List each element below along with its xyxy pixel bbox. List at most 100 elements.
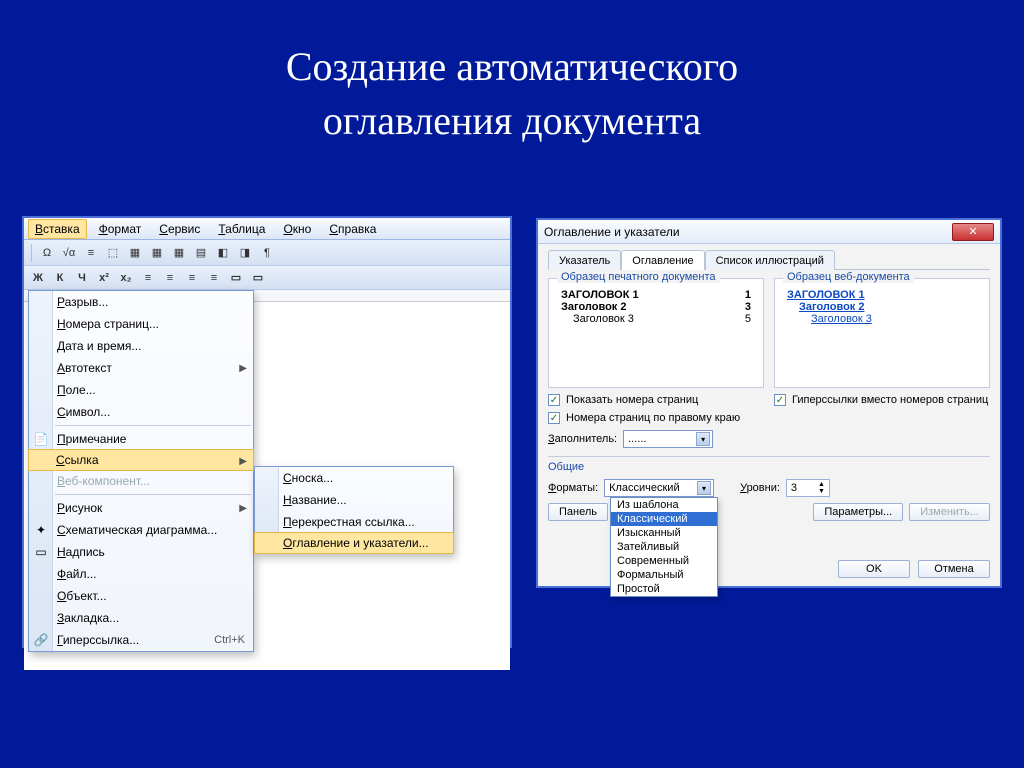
formats-option[interactable]: Из шаблона (611, 498, 717, 512)
menu-item[interactable]: Рисунок▶ (29, 497, 253, 519)
submenu-item[interactable]: Название... (255, 489, 453, 511)
toc-preview-line: Заголовок 23 (561, 301, 751, 313)
formats-label: Форматы: (548, 482, 598, 494)
format-icon[interactable]: ≡ (182, 268, 202, 288)
format-icon[interactable]: Ч (72, 268, 92, 288)
toc-web-link[interactable]: Заголовок 3 (811, 313, 977, 325)
dialog-title: Оглавление и указатели (544, 225, 680, 239)
formats-option[interactable]: Изысканный (611, 526, 717, 540)
show-pages-label: Показать номера страниц (566, 394, 698, 406)
panel-button[interactable]: Панель (548, 503, 608, 521)
slide-title: Создание автоматического оглавления доку… (0, 0, 1024, 148)
submenu-item[interactable]: Оглавление и указатели... (254, 532, 454, 554)
menu-item[interactable]: Поле... (29, 379, 253, 401)
menu-вставка[interactable]: Вставка (28, 219, 87, 239)
formats-option[interactable]: Затейливый (611, 540, 717, 554)
format-icon[interactable]: ≡ (138, 268, 158, 288)
menubar: Вставка Формат Сервис Таблица Окно Справка (24, 218, 510, 240)
toolbar-icon[interactable]: ¶ (257, 243, 277, 263)
submenu-item[interactable]: Перекрестная ссылка... (255, 511, 453, 533)
submenu-item[interactable]: Сноска... (255, 467, 453, 489)
print-preview: ЗАГОЛОВОК 11Заголовок 23Заголовок 35 (555, 285, 757, 329)
toolbar-icon[interactable]: ◧ (213, 243, 233, 263)
right-align-checkbox[interactable]: ✓ (548, 412, 560, 424)
dialog-tab[interactable]: Указатель (548, 250, 621, 270)
formats-combo[interactable]: Классический▾ (604, 479, 714, 497)
toolbar-icon[interactable]: Ω (37, 243, 57, 263)
formats-option[interactable]: Формальный (611, 568, 717, 582)
menu-item[interactable]: Автотекст▶ (29, 357, 253, 379)
menu-item[interactable]: Разрыв... (29, 291, 253, 313)
dialog-tab[interactable]: Список иллюстраций (705, 250, 835, 270)
document-area: Разрыв...Номера страниц...Дата и время..… (24, 290, 510, 670)
toc-web-link[interactable]: Заголовок 2 (799, 301, 977, 313)
format-icon[interactable]: К (50, 268, 70, 288)
format-icon[interactable]: ▭ (226, 268, 246, 288)
show-pages-checkbox[interactable]: ✓ (548, 394, 560, 406)
menu-item[interactable]: Гиперссылка...🔗Ctrl+K (29, 629, 253, 651)
toolbar-1: Ω√α≡⬚▦▦▦▤◧◨¶ (24, 240, 510, 266)
formats-option[interactable]: Классический (611, 512, 717, 526)
menu-item[interactable]: Номера страниц... (29, 313, 253, 335)
formats-option[interactable]: Современный (611, 554, 717, 568)
levels-spinner[interactable]: 3 ▲▼ (786, 479, 830, 497)
menu-item[interactable]: Ссылка▶ (28, 449, 254, 471)
menu-hotkey: Ctrl+K (214, 634, 245, 646)
menu-окно[interactable]: Окно (277, 220, 317, 238)
menu-item[interactable]: Закладка... (29, 607, 253, 629)
menu-item[interactable]: Примечание📄 (29, 428, 253, 450)
format-icon[interactable]: Ж (28, 268, 48, 288)
menu-item[interactable]: Надпись▭ (29, 541, 253, 563)
menu-справка[interactable]: Справка (323, 220, 382, 238)
menu-формат[interactable]: Формат (93, 220, 148, 238)
toolbar-icon[interactable]: √α (59, 243, 79, 263)
right-align-label: Номера страниц по правому краю (566, 412, 740, 424)
dialog-tab[interactable]: Оглавление (621, 250, 704, 270)
print-preview-label: Образец печатного документа (557, 271, 720, 283)
menu-item-icon: ✦ (33, 522, 49, 538)
menu-item-icon: 📄 (33, 431, 49, 447)
close-button[interactable]: ✕ (952, 223, 994, 241)
modify-button[interactable]: Изменить... (909, 503, 990, 521)
web-preview-label: Образец веб-документа (783, 271, 914, 283)
submenu-arrow-icon: ▶ (239, 363, 247, 374)
menu-item[interactable]: Объект... (29, 585, 253, 607)
toolbar-icon[interactable]: ◨ (235, 243, 255, 263)
levels-label: Уровни: (740, 482, 780, 494)
toolbar-icon[interactable]: ▦ (169, 243, 189, 263)
format-icon[interactable]: ▭ (248, 268, 268, 288)
menu-item-icon: 🔗 (33, 632, 49, 648)
submenu-arrow-icon: ▶ (239, 503, 247, 514)
ok-button[interactable]: OK (838, 560, 910, 578)
chevron-down-icon: ▾ (696, 432, 710, 446)
format-icon[interactable]: x₂ (116, 268, 136, 288)
dialog-titlebar: Оглавление и указатели ✕ (538, 220, 1000, 244)
dialog-tabs: УказательОглавлениеСписок иллюстраций (548, 250, 990, 270)
common-section-label: Общие (548, 456, 990, 473)
menu-item[interactable]: Схематическая диаграмма...✦ (29, 519, 253, 541)
formats-option[interactable]: Простой (611, 582, 717, 596)
toolbar-icon[interactable]: ≡ (81, 243, 101, 263)
toolbar-icon[interactable]: ▤ (191, 243, 211, 263)
hyperlinks-checkbox[interactable]: ✓ (774, 394, 786, 406)
hyperlinks-label: Гиперссылки вместо номеров страниц (792, 394, 988, 406)
cancel-button[interactable]: Отмена (918, 560, 990, 578)
toolbar-icon[interactable]: ⬚ (103, 243, 123, 263)
menu-сервис[interactable]: Сервис (153, 220, 206, 238)
menu-item: Веб-компонент... (29, 470, 253, 492)
format-icon[interactable]: ≡ (160, 268, 180, 288)
params-button[interactable]: Параметры... (813, 503, 903, 521)
menu-item[interactable]: Символ... (29, 401, 253, 423)
reference-submenu: Сноска...Название...Перекрестная ссылка.… (254, 466, 454, 554)
toolbar-icon[interactable]: ▦ (125, 243, 145, 263)
format-icon[interactable]: ≡ (204, 268, 224, 288)
format-icon[interactable]: x² (94, 268, 114, 288)
menu-item[interactable]: Дата и время... (29, 335, 253, 357)
toc-preview-line: Заголовок 35 (561, 313, 751, 325)
submenu-arrow-icon: ▶ (239, 456, 247, 467)
toolbar-icon[interactable]: ▦ (147, 243, 167, 263)
filler-combo[interactable]: ......▾ (623, 430, 713, 448)
toc-web-link[interactable]: ЗАГОЛОВОК 1 (787, 289, 977, 301)
menu-item[interactable]: Файл... (29, 563, 253, 585)
menu-таблица[interactable]: Таблица (212, 220, 271, 238)
